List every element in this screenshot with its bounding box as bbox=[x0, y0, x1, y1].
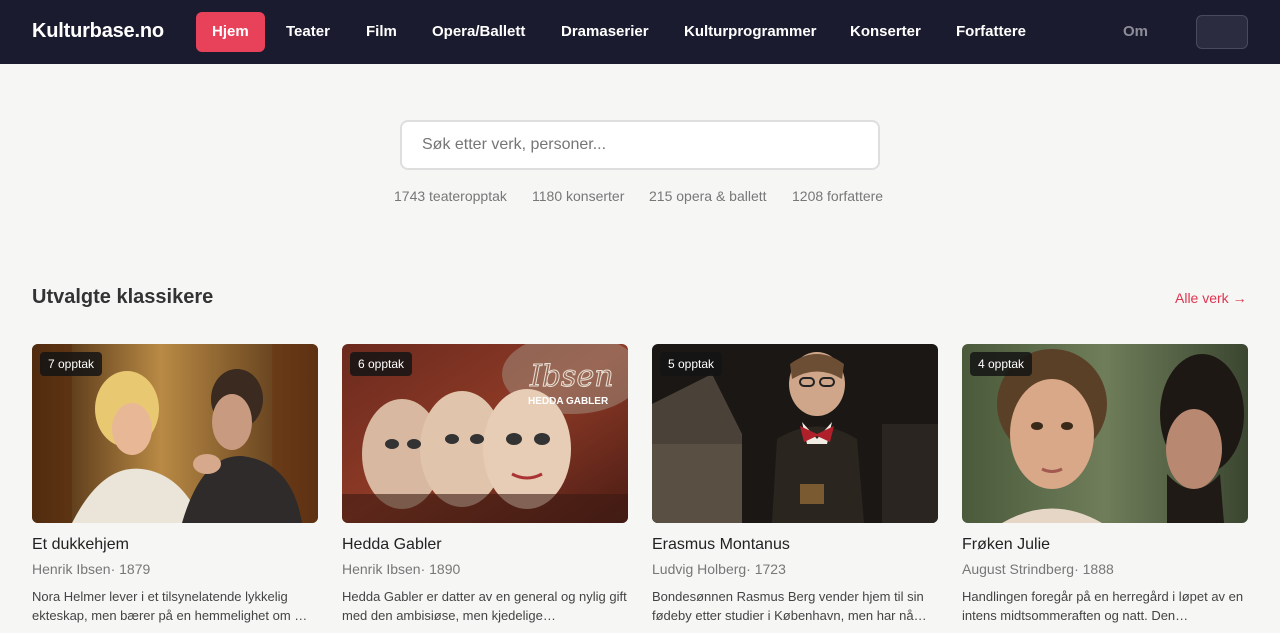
nav-item-kulturprogrammer[interactable]: Kulturprogrammer bbox=[684, 12, 817, 52]
search-input[interactable] bbox=[400, 120, 880, 170]
nav-item-film[interactable]: Film bbox=[366, 12, 397, 52]
top-navbar: Kulturbase.no Hjem Teater Film Opera/Bal… bbox=[0, 0, 1280, 64]
stat-opera-ballett: 215 opera & ballett bbox=[649, 188, 767, 204]
card-thumbnail[interactable]: 5 opptak bbox=[652, 344, 938, 523]
card-title[interactable]: Erasmus Montanus bbox=[652, 536, 790, 554]
stat-teateropptak: 1743 teateropptak bbox=[394, 188, 507, 204]
all-works-link[interactable]: Alle verk → bbox=[1175, 290, 1247, 306]
work-card-et-dukkehjem[interactable]: 7 opptak Et dukkehjem Henrik Ibsen· 1879… bbox=[32, 344, 318, 633]
stat-konserter: 1180 konserter bbox=[532, 188, 625, 204]
nav-item-konserter[interactable]: Konserter bbox=[850, 12, 921, 52]
site-logo[interactable]: Kulturbase.no bbox=[32, 20, 164, 43]
work-card-froken-julie[interactable]: 4 opptak Frøken Julie August Strindberg·… bbox=[962, 344, 1248, 633]
card-thumbnail[interactable]: Ibsen HEDDA GABLER 6 opptak bbox=[342, 344, 628, 523]
nav-item-dramaserier[interactable]: Dramaserier bbox=[561, 12, 649, 52]
nav-item-opera-ballett[interactable]: Opera/Ballett bbox=[432, 12, 525, 52]
card-title[interactable]: Et dukkehjem bbox=[32, 536, 129, 554]
card-description: Handlingen foregår på en herregård i løp… bbox=[962, 589, 1244, 623]
recordings-badge: 5 opptak bbox=[660, 352, 723, 376]
recordings-badge: 6 opptak bbox=[350, 352, 413, 376]
card-title[interactable]: Hedda Gabler bbox=[342, 536, 442, 554]
image-hedda-gabler-text: HEDDA GABLER bbox=[528, 396, 609, 407]
card-title[interactable]: Frøken Julie bbox=[962, 536, 1050, 554]
work-card-erasmus-montanus[interactable]: 5 opptak Erasmus Montanus Ludvig Holberg… bbox=[652, 344, 938, 633]
user-menu-button[interactable] bbox=[1196, 15, 1248, 49]
stat-forfattere: 1208 forfattere bbox=[792, 188, 884, 204]
section-title: Utvalgte klassikere bbox=[32, 286, 214, 308]
card-meta: August Strindberg· 1888 bbox=[962, 561, 1114, 577]
recordings-badge: 4 opptak bbox=[970, 352, 1033, 376]
card-description: Hedda Gabler er datter av en general og … bbox=[342, 589, 627, 623]
card-description: Bondesønnen Rasmus Berg vender hjem til … bbox=[652, 589, 927, 623]
card-meta: Ludvig Holberg· 1723 bbox=[652, 561, 786, 577]
nav-item-hjem[interactable]: Hjem bbox=[196, 12, 265, 52]
nav-item-teater[interactable]: Teater bbox=[286, 12, 330, 52]
image-ibsen-text: Ibsen bbox=[529, 359, 614, 394]
card-description: Nora Helmer lever i et tilsynelatende ly… bbox=[32, 589, 308, 623]
recordings-badge: 7 opptak bbox=[40, 352, 103, 376]
work-card-hedda-gabler[interactable]: Ibsen HEDDA GABLER 6 opptak Hedda Gabler… bbox=[342, 344, 628, 633]
nav-item-om[interactable]: Om bbox=[1123, 12, 1148, 52]
card-thumbnail[interactable]: 7 opptak bbox=[32, 344, 318, 523]
card-meta: Henrik Ibsen· 1879 bbox=[32, 561, 151, 577]
card-thumbnail[interactable]: 4 opptak bbox=[962, 344, 1248, 523]
card-meta: Henrik Ibsen· 1890 bbox=[342, 561, 461, 577]
nav-item-forfattere[interactable]: Forfattere bbox=[956, 12, 1026, 52]
